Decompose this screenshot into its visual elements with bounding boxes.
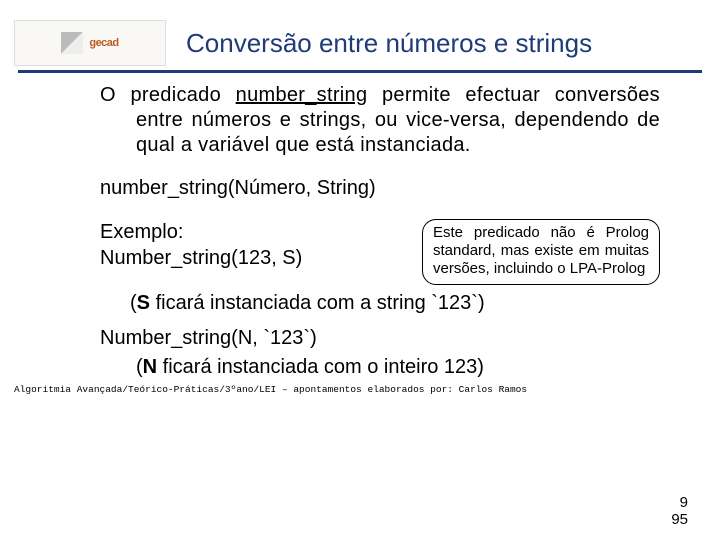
- result2-rest: ficará instanciada com o inteiro 123): [157, 356, 484, 378]
- slide-body: O predicado number_string permite efectu…: [0, 83, 720, 380]
- predicate-name: number_string: [236, 84, 368, 106]
- example-call-2: Number_string(N, `123`): [100, 326, 660, 351]
- result-line-1: (S ficará instanciada com a string `123`…: [100, 291, 660, 316]
- slide-header: gecad Conversão entre números e strings: [0, 0, 720, 70]
- example-block: Exemplo: Number_string(123, S): [100, 219, 302, 271]
- logo-icon: [61, 32, 83, 54]
- side-note: Este predicado não é Prolog standard, ma…: [422, 219, 660, 285]
- result1-rest: ficará instanciada com a string `123`): [150, 292, 485, 314]
- predicate-signature: number_string(Número, String): [100, 176, 660, 201]
- footer-credit: Algoritmia Avançada/Teórico-Práticas/3ºa…: [0, 380, 720, 399]
- var-s: S: [137, 292, 150, 314]
- title-underline: [18, 70, 702, 73]
- paren-open: (: [130, 292, 137, 314]
- slide-title: Conversão entre números e strings: [166, 28, 700, 59]
- institution-logo: gecad: [14, 20, 166, 66]
- page-big: 95: [671, 512, 688, 529]
- page-numbers: 9 95: [671, 495, 688, 528]
- var-n: N: [143, 356, 157, 378]
- example-label: Exemplo:: [100, 219, 302, 245]
- result-line-2: (N ficará instanciada com o inteiro 123): [100, 355, 660, 380]
- page-small: 9: [671, 495, 688, 512]
- intro-paragraph: O predicado number_string permite efectu…: [100, 83, 660, 158]
- example-call: Number_string(123, S): [100, 245, 302, 271]
- gecad-wordmark: gecad: [89, 37, 118, 49]
- intro-lead: O predicado: [100, 84, 236, 106]
- example-row: Exemplo: Number_string(123, S) Este pred…: [100, 219, 660, 285]
- paren-open-2: (: [136, 356, 143, 378]
